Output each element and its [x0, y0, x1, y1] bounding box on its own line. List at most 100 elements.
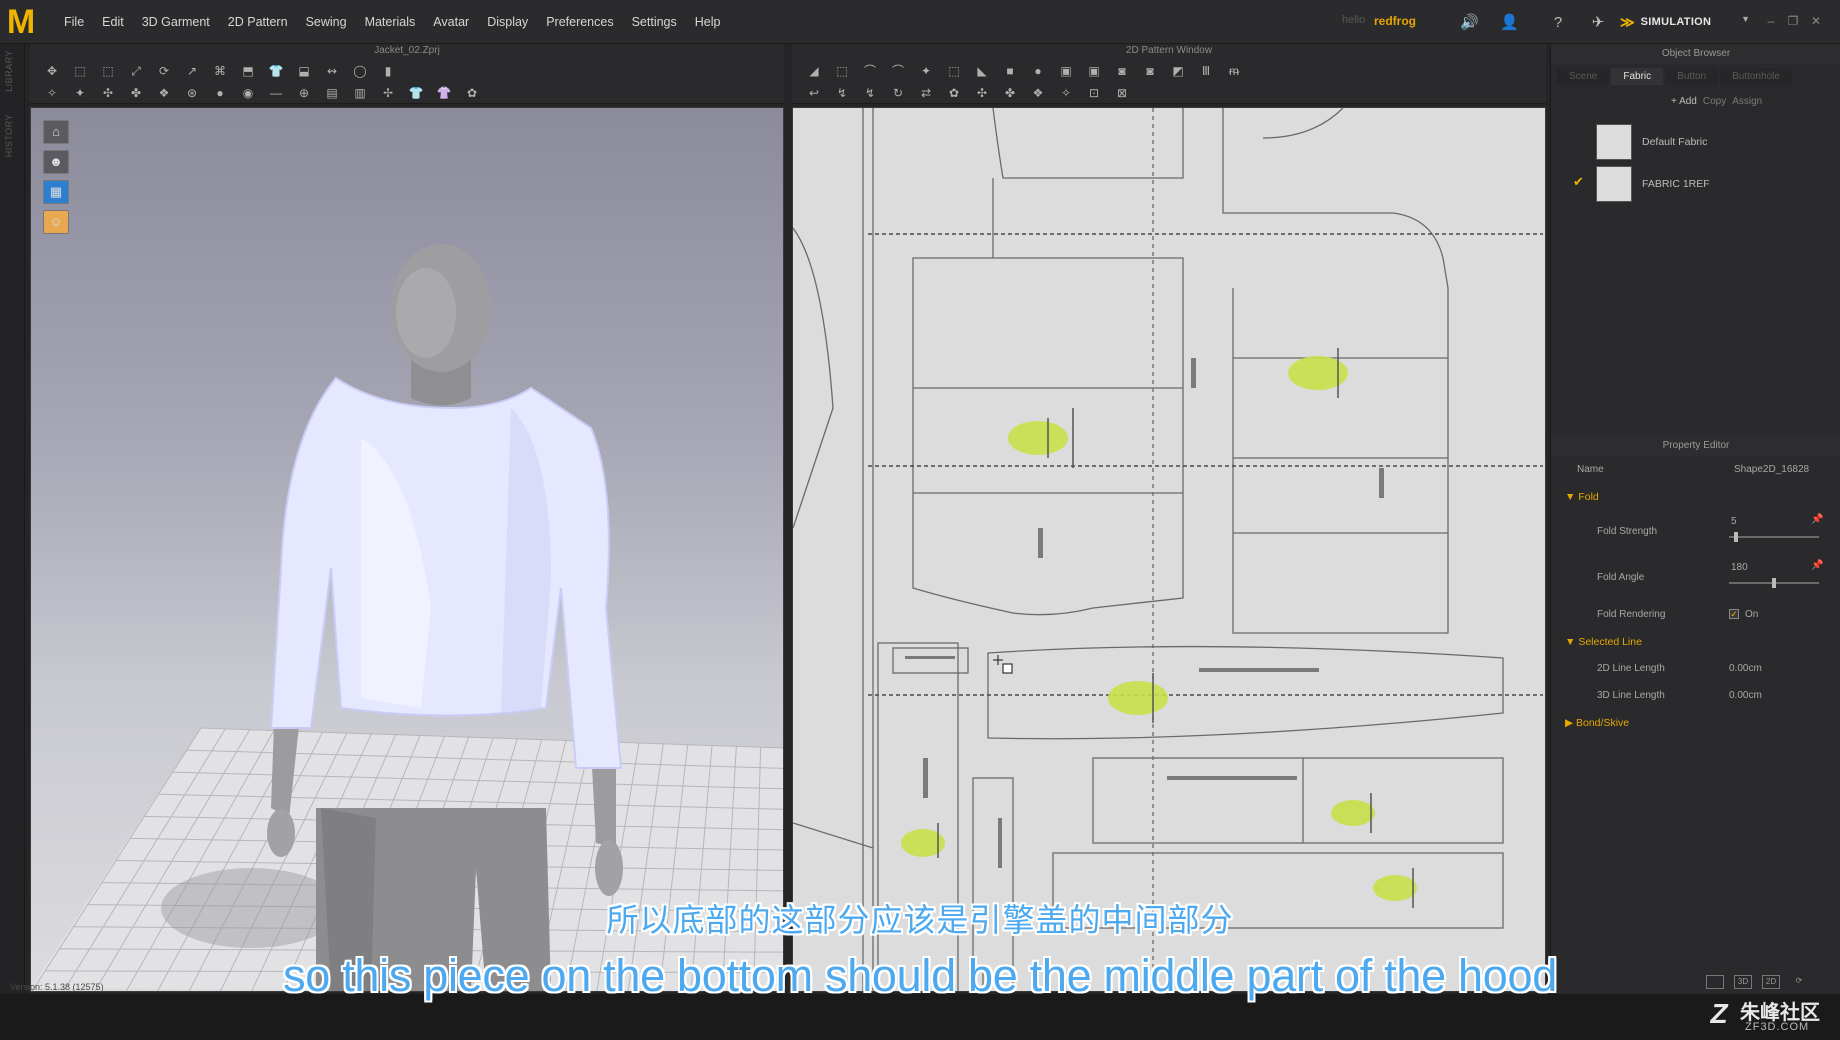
- edit-point-icon[interactable]: ⌒: [884, 61, 912, 81]
- menu-settings[interactable]: Settings: [623, 0, 686, 44]
- tool-f-icon[interactable]: ⊛: [178, 83, 206, 103]
- menu-preferences[interactable]: Preferences: [537, 0, 622, 44]
- internal-polygon-icon[interactable]: ▣: [1052, 61, 1080, 81]
- stretch-icon[interactable]: ↭: [318, 61, 346, 81]
- tab-scene[interactable]: Scene: [1557, 68, 1610, 85]
- tack-icon[interactable]: ⌘: [206, 61, 234, 81]
- transform-icon[interactable]: ⬚: [94, 61, 122, 81]
- fabric-item[interactable]: FABRIC 1REF: [1596, 164, 1836, 204]
- tab-fabric[interactable]: Fabric: [1611, 68, 1664, 85]
- tool-2g-icon[interactable]: ✣: [968, 83, 996, 103]
- select-move-icon[interactable]: ✥: [38, 61, 66, 81]
- fold-angle-value[interactable]: 180: [1731, 562, 1748, 573]
- fit-icon[interactable]: ⬓: [290, 61, 318, 81]
- tool-j-icon[interactable]: ⊕: [290, 83, 318, 103]
- polygon-icon[interactable]: ◣: [968, 61, 996, 81]
- user-icon[interactable]: 👤: [1500, 14, 1519, 32]
- pattern-transform-icon[interactable]: ◢: [800, 61, 828, 81]
- fold-strength-slider[interactable]: [1729, 532, 1819, 542]
- scale-icon[interactable]: ⤢: [122, 61, 150, 81]
- select-icon[interactable]: ⬚: [66, 61, 94, 81]
- home-view-icon[interactable]: ⌂: [43, 120, 69, 144]
- tool-h-icon[interactable]: ◉: [234, 83, 262, 103]
- lasso-icon[interactable]: ◯: [346, 61, 374, 81]
- tool-2d-icon[interactable]: ↻: [884, 83, 912, 103]
- avatar-display-icon[interactable]: ☻: [43, 150, 69, 174]
- tool-a-icon[interactable]: ✧: [38, 83, 66, 103]
- fold-icon[interactable]: ⬒: [234, 61, 262, 81]
- menu-materials[interactable]: Materials: [356, 0, 425, 44]
- speaker-icon[interactable]: 🔊: [1460, 14, 1479, 32]
- tool-2b-icon[interactable]: ↯: [828, 83, 856, 103]
- edit-curve-icon[interactable]: ⌒: [856, 61, 884, 81]
- line-3d-value[interactable]: 0.00cm: [1729, 690, 1762, 701]
- circle-icon[interactable]: ●: [1024, 61, 1052, 81]
- garment-display-icon[interactable]: ▦: [43, 180, 69, 204]
- simulation-mode-selector[interactable]: ≫ SIMULATION ▼: [1620, 8, 1750, 36]
- copy-button[interactable]: Copy: [1703, 96, 1726, 107]
- rotate-icon[interactable]: ⟳: [150, 61, 178, 81]
- menu-sewing[interactable]: Sewing: [297, 0, 356, 44]
- tool-o-icon[interactable]: 👚: [430, 83, 458, 103]
- tool-c-icon[interactable]: ✣: [94, 83, 122, 103]
- tool-g-icon[interactable]: ●: [206, 83, 234, 103]
- add-point-icon[interactable]: ✦: [912, 61, 940, 81]
- menu-3d-garment[interactable]: 3D Garment: [133, 0, 219, 44]
- fold-angle-knob[interactable]: [1772, 578, 1776, 588]
- 3d-viewport[interactable]: ⌂ ☻ ▦ ☺: [30, 107, 784, 992]
- fabric-item[interactable]: Default Fabric: [1596, 122, 1836, 162]
- tool-d-icon[interactable]: ✤: [122, 83, 150, 103]
- pin-icon[interactable]: 📌: [1811, 514, 1823, 525]
- trace-icon[interactable]: ◩: [1164, 61, 1192, 81]
- edit-pattern-icon[interactable]: ⬚: [828, 61, 856, 81]
- tool-l-icon[interactable]: ▥: [346, 83, 374, 103]
- 2d-pattern-viewport[interactable]: [792, 107, 1546, 992]
- tool-2i-icon[interactable]: ❖: [1024, 83, 1052, 103]
- sew-icon[interactable]: Ⅲ: [1192, 61, 1220, 81]
- menu-file[interactable]: File: [55, 0, 93, 44]
- fold-strength-knob[interactable]: [1734, 532, 1739, 542]
- name-value[interactable]: Shape2D_16828: [1734, 464, 1809, 475]
- internal-circle-icon[interactable]: ◙: [1108, 61, 1136, 81]
- library-tab[interactable]: LIBRARY: [4, 50, 14, 92]
- menu-help[interactable]: Help: [686, 0, 730, 44]
- menu-avatar[interactable]: Avatar: [424, 0, 478, 44]
- fold-strength-value[interactable]: 5: [1731, 516, 1737, 527]
- assign-button[interactable]: Assign: [1732, 96, 1762, 107]
- tool-2e-icon[interactable]: ⇄: [912, 83, 940, 103]
- fold-rendering-checkbox[interactable]: ✓: [1729, 609, 1739, 619]
- add-button[interactable]: + Add: [1671, 96, 1697, 107]
- pin-icon[interactable]: ↗: [178, 61, 206, 81]
- user-name[interactable]: redfrog: [1374, 14, 1416, 28]
- close-icon[interactable]: ✕: [1808, 14, 1824, 28]
- tool-2l-icon[interactable]: ⊠: [1108, 83, 1136, 103]
- tab-buttonhole[interactable]: Buttonhole: [1720, 68, 1792, 85]
- tool-m-icon[interactable]: ✢: [374, 83, 402, 103]
- tab-button[interactable]: Button: [1665, 68, 1719, 85]
- tool-n-icon[interactable]: 👕: [402, 83, 430, 103]
- tool-k-icon[interactable]: ▤: [318, 83, 346, 103]
- tool-2h-icon[interactable]: ✤: [996, 83, 1024, 103]
- menu-display[interactable]: Display: [478, 0, 537, 44]
- dart-icon[interactable]: ◙: [1136, 61, 1164, 81]
- tool-p-icon[interactable]: ✿: [458, 83, 486, 103]
- tool-2k-icon[interactable]: ⊡: [1080, 83, 1108, 103]
- bounding-icon[interactable]: ⬚: [940, 61, 968, 81]
- history-tab[interactable]: HISTORY: [4, 114, 14, 157]
- tool-2f-icon[interactable]: ✿: [940, 83, 968, 103]
- fold-section[interactable]: ▼ Fold: [1565, 491, 1599, 503]
- pin-icon[interactable]: 📌: [1811, 560, 1823, 571]
- bond-skive-section[interactable]: ▶ Bond/Skive: [1565, 717, 1629, 729]
- avatar-pose-icon[interactable]: ✈: [1589, 14, 1607, 32]
- maximize-icon[interactable]: ❐: [1785, 14, 1801, 28]
- fold-angle-slider[interactable]: [1729, 578, 1819, 588]
- tool-2c-icon[interactable]: ↯: [856, 83, 884, 103]
- garment-icon[interactable]: 👕: [262, 61, 290, 81]
- line-2d-value[interactable]: 0.00cm: [1729, 663, 1762, 674]
- tool-i-icon[interactable]: —: [262, 83, 290, 103]
- rectangle-icon[interactable]: ■: [996, 61, 1024, 81]
- selected-line-section[interactable]: ▼ Selected Line: [1565, 636, 1642, 648]
- tool-e-icon[interactable]: ❖: [150, 83, 178, 103]
- menu-edit[interactable]: Edit: [93, 0, 133, 44]
- segment-sew-icon[interactable]: ᵯ: [1220, 61, 1248, 81]
